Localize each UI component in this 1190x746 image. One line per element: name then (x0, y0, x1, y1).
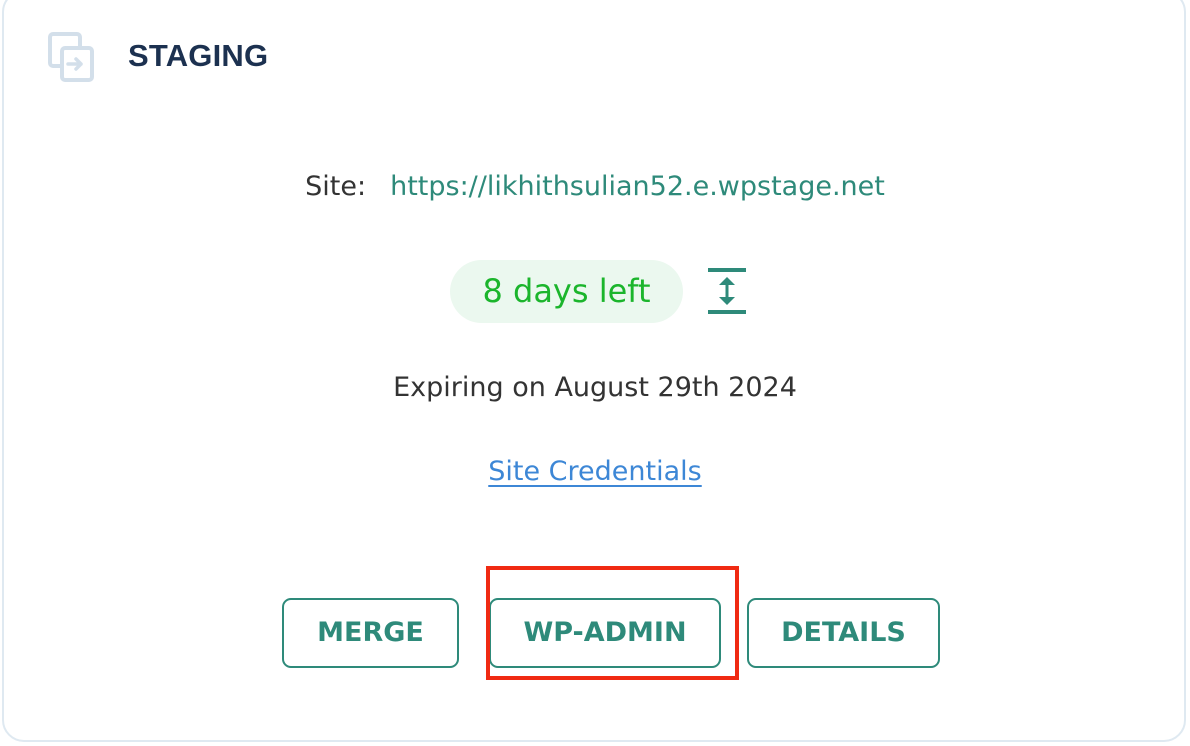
days-left-badge: 8 days left (450, 260, 683, 323)
wp-admin-button[interactable]: WP-ADMIN (489, 598, 721, 668)
expiry-date-text: Expiring on August 29th 2024 (393, 372, 797, 403)
site-url-link[interactable]: https://likhithsulian52.e.wpstage.net (390, 171, 885, 202)
site-credentials-link[interactable]: Site Credentials (488, 456, 701, 487)
details-button[interactable]: DETAILS (747, 598, 940, 668)
site-label: Site: (305, 171, 367, 202)
site-row: Site: https://likhithsulian52.e.wpstage.n… (0, 171, 1190, 202)
page-title: STAGING (128, 38, 269, 73)
staging-copy-icon (48, 32, 94, 82)
credentials-row: Site Credentials (0, 456, 1190, 487)
merge-button[interactable]: MERGE (282, 598, 459, 668)
vertical-expand-icon[interactable] (706, 266, 750, 316)
